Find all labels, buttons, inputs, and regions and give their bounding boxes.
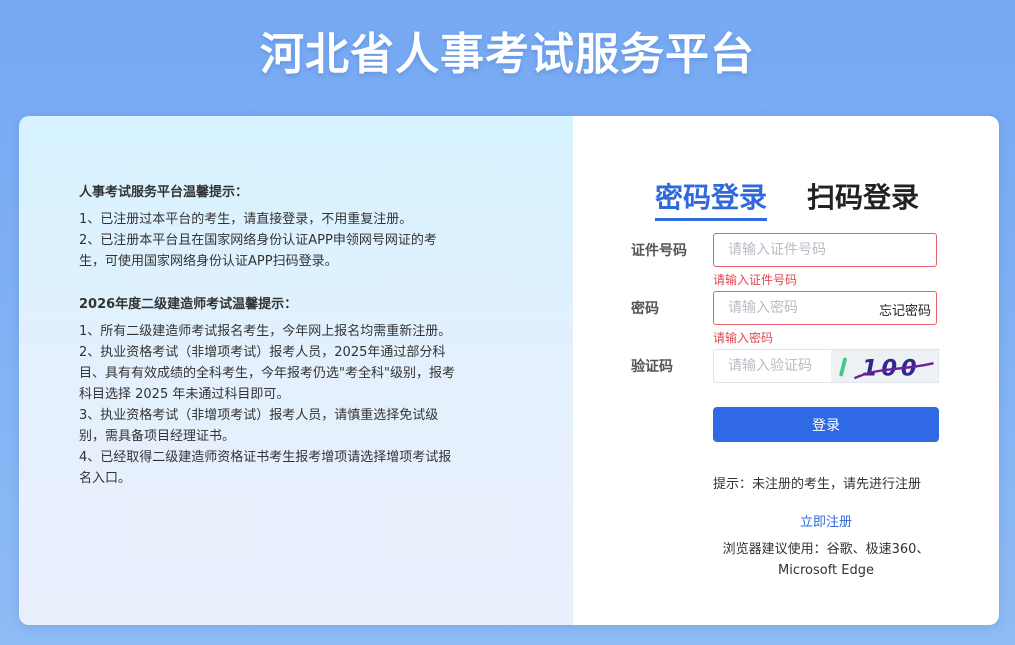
notice-item: 3、执业资格考试（非增项考试）报考人员，请慎重选择免试级别，需具备项目经理证书。 (79, 408, 439, 444)
id-row: 证件号码 (631, 233, 937, 267)
browser-line: 浏览器建议使用：谷歌、极速360、 (722, 542, 930, 557)
password-label: 密码 (631, 301, 659, 317)
notice-item: 2、已注册本平台且在国家网络身份认证APP申领网号网证的考生，可使用国家网络身份… (79, 233, 437, 269)
notice-heading-platform: 人事考试服务平台温馨提示： (79, 185, 249, 200)
notice-heading-exam: 2026年度二级建造师考试温馨提示： (79, 297, 298, 312)
site-title: 河北省人事考试服务平台 (260, 29, 755, 80)
login-button[interactable]: 登录 (713, 407, 939, 442)
id-number-input[interactable] (713, 233, 937, 267)
notice-content: 人事考试服务平台温馨提示： 1、已注册过本平台的考生，请直接登录，不用重复注册。… (79, 182, 459, 489)
password-row: 密码 忘记密码 (631, 291, 937, 325)
notice-item: 1、已注册过本平台的考生，请直接登录，不用重复注册。 (79, 212, 413, 227)
register-link[interactable]: 立即注册 (573, 511, 999, 530)
login-panel: 密码登录 扫码登录 证件号码 请输入证件号码 密码 忘记密码 请输入密码 验证码… (573, 116, 999, 625)
captcha-image[interactable]: 100 (831, 349, 939, 383)
notice-item: 2、执业资格考试（非增项考试）报考人员，2025年通过部分科目、具有有效成绩的全… (79, 345, 455, 402)
login-tabs: 密码登录 扫码登录 (655, 176, 919, 221)
browser-recommendation: 浏览器建议使用：谷歌、极速360、 Microsoft Edge (573, 539, 999, 581)
browser-line: Microsoft Edge (777, 563, 874, 578)
login-card: 人事考试服务平台温馨提示： 1、已注册过本平台的考生，请直接登录，不用重复注册。… (19, 116, 999, 625)
notice-item: 4、已经取得二级建造师资格证书考生报考增项请选择增项考试报名入口。 (79, 450, 452, 486)
id-label: 证件号码 (631, 243, 687, 259)
captcha-input[interactable] (713, 349, 831, 383)
tab-qr-login[interactable]: 扫码登录 (807, 176, 919, 221)
notice-item: 1、所有二级建造师考试报名考生，今年网上报名均需重新注册。 (79, 324, 452, 339)
forgot-password-link[interactable]: 忘记密码 (878, 300, 931, 319)
notice-panel: 人事考试服务平台温馨提示： 1、已注册过本平台的考生，请直接登录，不用重复注册。… (19, 116, 573, 625)
password-error-message: 请输入密码 (713, 331, 774, 345)
tab-password-login[interactable]: 密码登录 (655, 176, 768, 221)
register-hint: 提示：未注册的考生，请先进行注册 (713, 477, 922, 492)
captcha-row: 验证码 100 (631, 349, 939, 383)
password-wrapper: 忘记密码 (713, 291, 937, 325)
id-error-message: 请输入证件号码 (713, 273, 798, 287)
captcha-label: 验证码 (631, 359, 673, 375)
